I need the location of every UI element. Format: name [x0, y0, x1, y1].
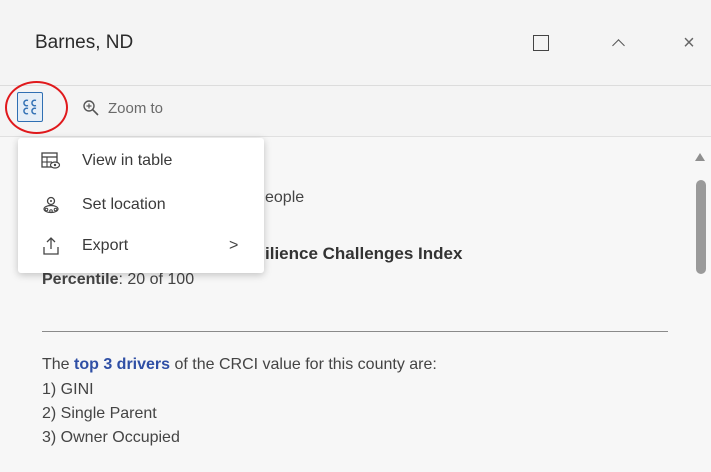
scroll-up-arrow-icon[interactable]	[695, 153, 705, 161]
zoom-in-icon	[83, 100, 99, 116]
menu-item-label: Set location	[82, 196, 166, 213]
content-divider	[42, 331, 668, 332]
drivers-sentence: The top 3 drivers of the CRCI value for …	[42, 356, 437, 374]
close-button[interactable]: ×	[676, 30, 702, 56]
close-icon: ×	[683, 32, 695, 54]
driver-item: 3) Owner Occupied	[42, 429, 180, 446]
top-drivers-link[interactable]: top 3 drivers	[74, 356, 170, 373]
population-text: eople	[265, 189, 305, 206]
menu-item-label: Export	[82, 237, 129, 254]
menu-item-set-location[interactable]: Set location	[18, 185, 264, 225]
driver-item: 2) Single Parent	[42, 405, 157, 422]
zoom-to-button[interactable]: Zoom to	[82, 97, 163, 119]
menu-item-label: View in table	[82, 152, 173, 169]
table-view-icon	[40, 150, 62, 172]
percentile-label: Percentile	[42, 271, 119, 288]
chevron-right-icon: >	[229, 237, 239, 254]
dock-square-icon	[533, 35, 549, 51]
index-title: ilience Challenges Index	[265, 244, 463, 263]
actions-dropdown-menu: View in table Set location Export >	[18, 138, 264, 273]
dock-button[interactable]	[528, 30, 554, 56]
drivers-suffix: of the CRCI value for this county are:	[170, 356, 437, 373]
zoom-to-label: Zoom to	[108, 99, 164, 117]
options-grid-icon	[23, 99, 37, 115]
driver-item: 1) GINI	[42, 381, 94, 398]
actions-menu-button[interactable]	[17, 92, 43, 122]
caret-up-icon	[611, 38, 625, 52]
percentile-value: : 20 of 100	[118, 271, 195, 288]
scroll-thumb[interactable]	[696, 180, 706, 274]
percentile-line: Percentile: 20 of 100	[42, 271, 194, 289]
vertical-scrollbar[interactable]	[693, 150, 707, 472]
menu-item-export[interactable]: Export >	[18, 226, 264, 266]
panel-title: Barnes, ND	[35, 32, 134, 53]
set-location-icon	[40, 194, 62, 216]
collapse-button[interactable]	[605, 30, 631, 56]
drivers-prefix: The	[42, 356, 75, 373]
menu-item-view-in-table[interactable]: View in table	[18, 141, 264, 181]
panel-header: Barnes, ND ×	[0, 0, 711, 86]
export-icon	[40, 235, 62, 257]
